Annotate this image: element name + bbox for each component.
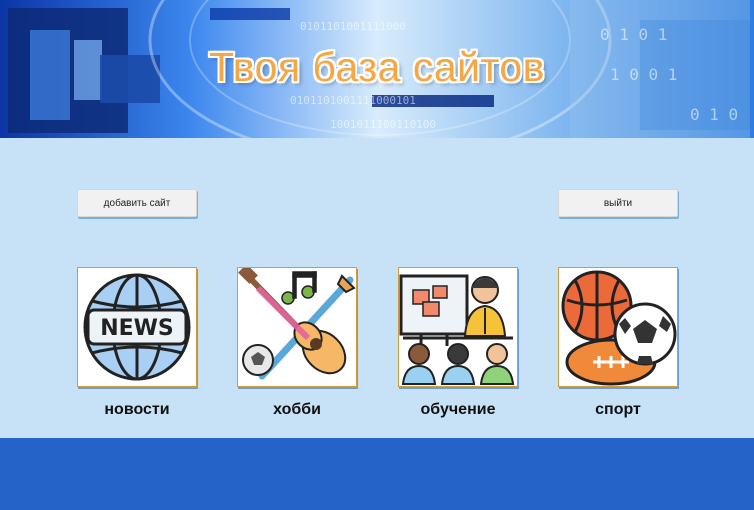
svg-text:0 1 0: 0 1 0: [690, 105, 738, 124]
svg-text:0101101001111000101: 0101101001111000101: [290, 94, 416, 107]
add-site-button[interactable]: добавить сайт: [77, 189, 197, 217]
category-sports[interactable]: спорт: [558, 267, 678, 419]
category-education[interactable]: обучение: [398, 267, 518, 419]
logout-button[interactable]: выйти: [558, 189, 678, 217]
category-label: новости: [104, 401, 170, 418]
news-globe-icon[interactable]: NEWS: [77, 267, 197, 387]
hobby-guitar-icon[interactable]: [237, 267, 357, 387]
category-label: спорт: [595, 401, 641, 418]
teaching-class-icon[interactable]: [398, 267, 518, 387]
category-news[interactable]: NEWS новости: [77, 267, 197, 419]
news-icon-text: NEWS: [100, 316, 174, 341]
category-label: обучение: [420, 401, 496, 418]
category-hobby[interactable]: хобби: [237, 267, 357, 419]
category-label: хобби: [273, 401, 321, 418]
svg-text:0101101001111000: 0101101001111000: [300, 20, 406, 33]
svg-text:1001011100110100: 1001011100110100: [330, 118, 436, 131]
header-banner: 0101101001111000 0101101001111000101 100…: [0, 0, 754, 138]
footer-bar: [0, 438, 754, 510]
page-title: Твоя база сайтов: [209, 44, 545, 90]
svg-text:0 1 0 1: 0 1 0 1: [600, 25, 667, 44]
sports-balls-icon[interactable]: [558, 267, 678, 387]
